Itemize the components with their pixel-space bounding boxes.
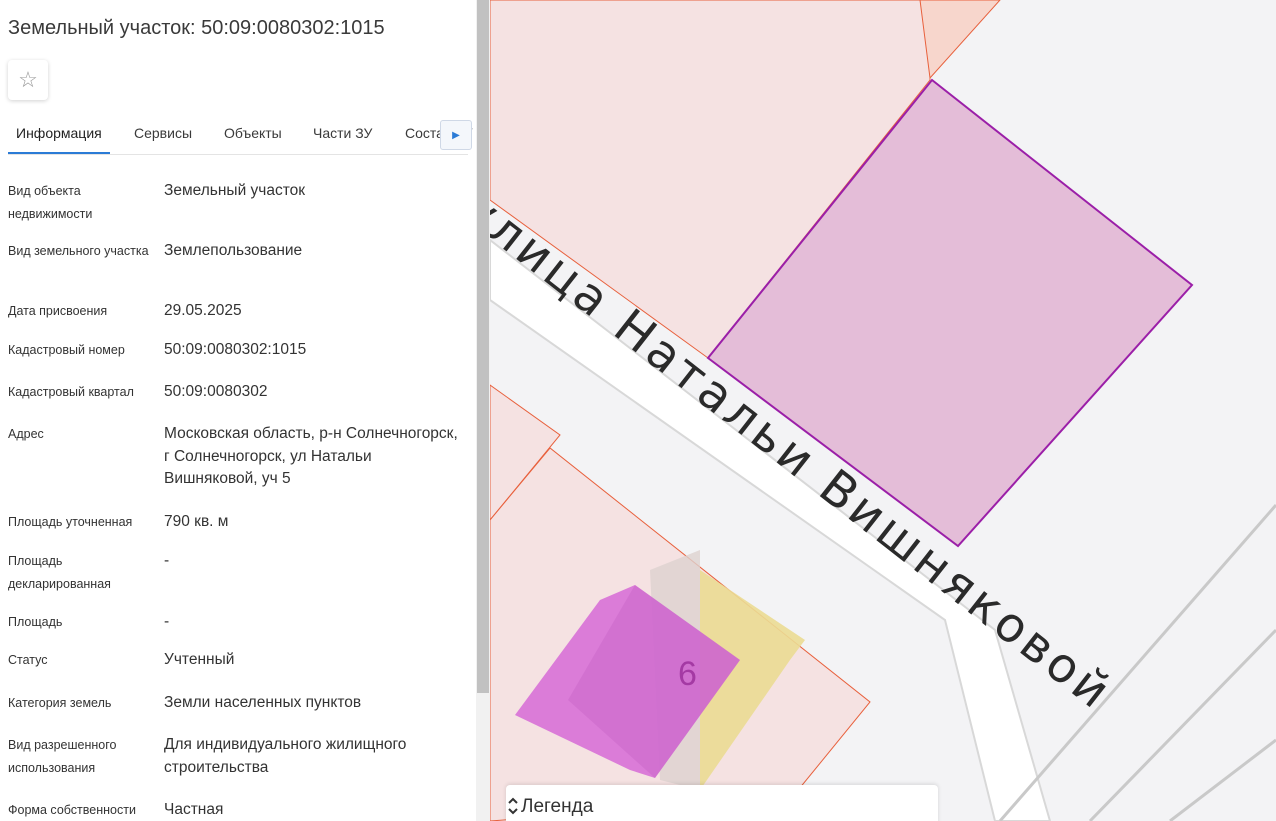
property-label: Форма собственности [8, 803, 136, 817]
property-value[interactable]: 50:09:0080302:1015 [164, 339, 464, 362]
page-title: Земельный участок: 50:09:0080302:1015 [8, 17, 385, 39]
favorite-button[interactable]: ☆ [8, 60, 48, 100]
star-outline-icon: ☆ [18, 67, 38, 92]
tab-bar: Информация Сервисы Объекты Части ЗУ Сост… [8, 112, 472, 155]
property-value: 29.05.2025 [164, 302, 242, 319]
property-value: Учтенный [164, 651, 235, 668]
parcel-top-right[interactable] [919, 0, 1001, 80]
chevron-right-icon: ▶ [452, 129, 460, 141]
property-value: Землепользование [164, 242, 303, 259]
property-label: Вид объекта недвижимости [8, 184, 93, 221]
property-value: Земельный участок [164, 182, 306, 199]
property-value[interactable]: 50:09:0080302 [164, 381, 464, 404]
legend-label: Легенда [521, 796, 594, 817]
info-panel: Земельный участок: 50:09:0080302:1015 ☆ … [0, 0, 476, 821]
property-label: Вид земельного участка [8, 244, 149, 258]
property-value: 790 кв. м [164, 513, 229, 530]
parcel-number-label: 6 [678, 655, 697, 693]
property-value: - [164, 613, 170, 630]
property-value: Земли населенных пунктов [164, 694, 362, 711]
property-label: Статус [8, 653, 48, 667]
scrollbar-thumb[interactable] [477, 0, 489, 693]
property-label: Площадь уточненная [8, 515, 133, 529]
property-value: Московская область, р-н Солнечногорск, г… [164, 425, 458, 487]
property-value: - [164, 552, 170, 569]
property-label: Адрес [8, 427, 44, 441]
tab-parcel-parts[interactable]: Части ЗУ [313, 125, 372, 141]
tab-services[interactable]: Сервисы [134, 125, 192, 141]
property-value: Для индивидуального жилищного строительс… [164, 736, 407, 776]
map-view[interactable]: 6 улица Натальи Вишняковой Легенда [490, 0, 1276, 821]
active-tab-indicator [8, 152, 110, 154]
legend-panel[interactable]: Легенда [506, 785, 938, 821]
property-value: Частная [164, 801, 224, 818]
map-line [1169, 738, 1276, 821]
map-canvas[interactable]: 6 улица Натальи Вишняковой [490, 0, 1276, 821]
property-label: Площадь декларированная [8, 554, 111, 591]
tabs-scroll-right-button[interactable]: ▶ [440, 120, 472, 150]
panel-scrollbar[interactable] [476, 0, 490, 821]
expand-collapse-icon[interactable] [506, 796, 520, 816]
property-label: Категория земель [8, 696, 112, 710]
property-label: Площадь [8, 615, 63, 629]
property-label: Кадастровый номер [8, 343, 125, 357]
map-line [1088, 628, 1276, 821]
property-label: Кадастровый квартал [8, 385, 134, 399]
tab-information[interactable]: Информация [16, 125, 102, 141]
tab-objects[interactable]: Объекты [224, 125, 282, 141]
property-label: Вид разрешенного использования [8, 738, 117, 775]
property-label: Дата присвоения [8, 304, 108, 318]
